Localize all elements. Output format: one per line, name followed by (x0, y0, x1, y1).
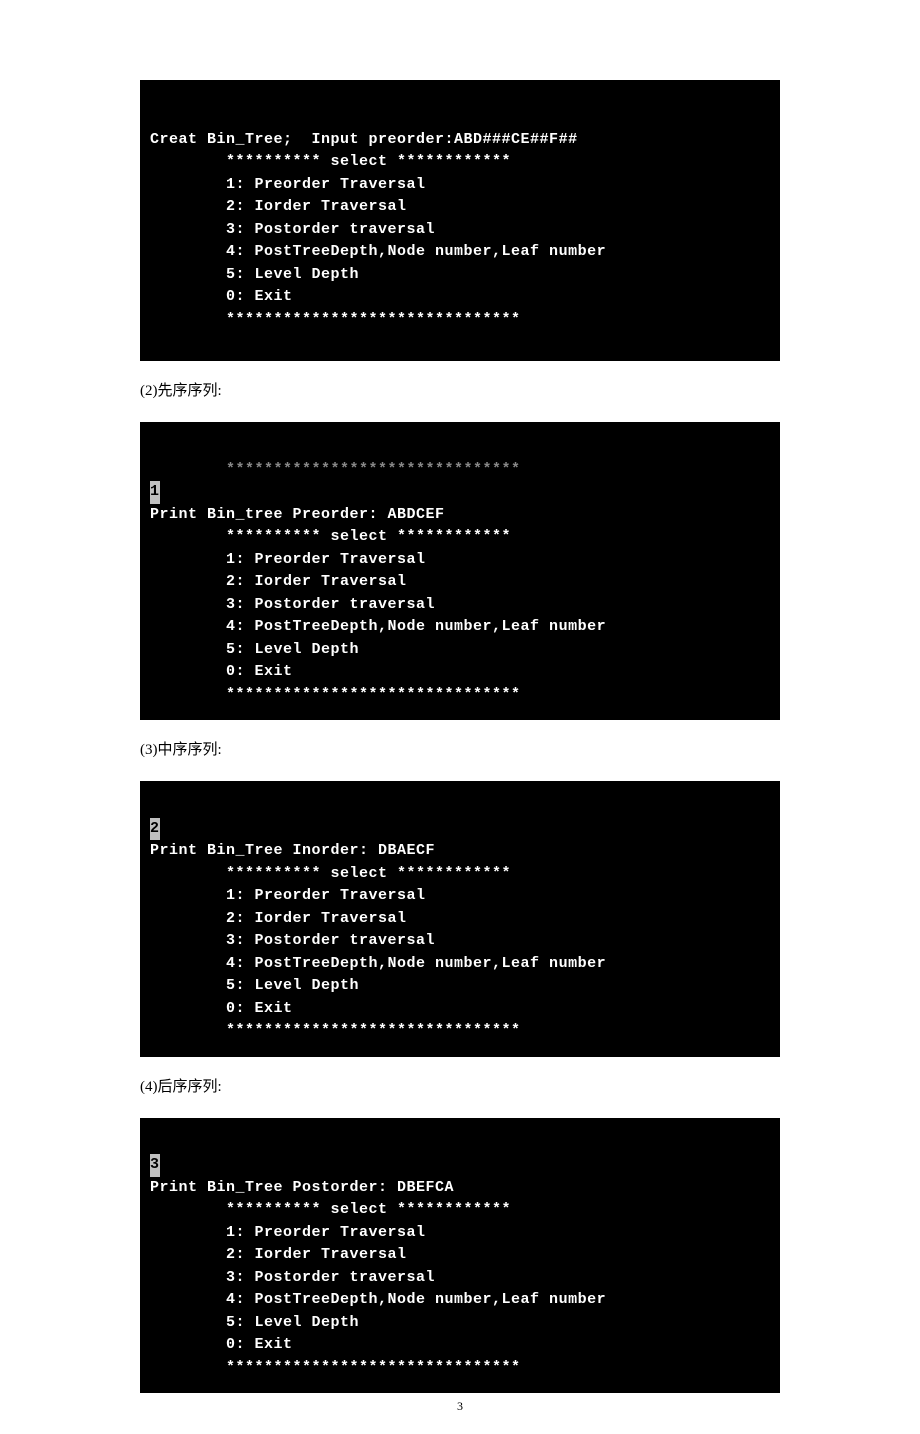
terminal-line: Print Bin_Tree Postorder: DBEFCA (150, 1179, 454, 1196)
terminal-line: 2: Iorder Traversal (150, 573, 407, 590)
terminal-line: 4: PostTreeDepth,Node number,Leaf number (150, 955, 606, 972)
terminal-line-faded: ******************************* (150, 461, 521, 478)
cursor-input: 2 (150, 818, 160, 841)
terminal-line: 1: Preorder Traversal (150, 887, 426, 904)
terminal-line: ******************************* (150, 1359, 521, 1376)
caption-postorder: (4)后序序列: (140, 1075, 780, 1096)
terminal-line: 5: Level Depth (150, 641, 359, 658)
terminal-line: 2: Iorder Traversal (150, 1246, 407, 1263)
terminal-block-4: 3 Print Bin_Tree Postorder: DBEFCA *****… (140, 1118, 780, 1394)
terminal-line: 3: Postorder traversal (150, 596, 435, 613)
terminal-line: Print Bin_Tree Inorder: DBAECF (150, 842, 435, 859)
caption-preorder: (2)先序序列: (140, 379, 780, 400)
page-number: 3 (140, 1399, 780, 1414)
caption-inorder: (3)中序序列: (140, 738, 780, 759)
terminal-line: 0: Exit (150, 1336, 293, 1353)
terminal-line: 4: PostTreeDepth,Node number,Leaf number (150, 243, 606, 260)
terminal-block-1: Creat Bin_Tree; Input preorder:ABD###CE#… (140, 80, 780, 361)
terminal-line: 0: Exit (150, 288, 293, 305)
terminal-line: 5: Level Depth (150, 1314, 359, 1331)
cursor-input: 3 (150, 1154, 160, 1177)
terminal-block-2: ******************************* 1 Print … (140, 422, 780, 720)
terminal-line: 0: Exit (150, 1000, 293, 1017)
cursor-input: 1 (150, 481, 160, 504)
terminal-line: 2: Iorder Traversal (150, 910, 407, 927)
terminal-line: ********** select ************ (150, 153, 511, 170)
terminal-line: 3: Postorder traversal (150, 1269, 435, 1286)
terminal-line: 4: PostTreeDepth,Node number,Leaf number (150, 618, 606, 635)
terminal-line: 4: PostTreeDepth,Node number,Leaf number (150, 1291, 606, 1308)
terminal-line: 1: Preorder Traversal (150, 176, 426, 193)
terminal-line: ******************************* (150, 686, 521, 703)
terminal-line: ******************************* (150, 311, 521, 328)
terminal-line: 3: Postorder traversal (150, 221, 435, 238)
terminal-line: Creat Bin_Tree; Input preorder:ABD###CE#… (150, 131, 578, 148)
terminal-line: ******************************* (150, 1022, 521, 1039)
terminal-line: ********** select ************ (150, 1201, 511, 1218)
terminal-line: ********** select ************ (150, 528, 511, 545)
terminal-line: 1: Preorder Traversal (150, 1224, 426, 1241)
terminal-line: 3: Postorder traversal (150, 932, 435, 949)
terminal-line: ********** select ************ (150, 865, 511, 882)
terminal-line: Print Bin_tree Preorder: ABDCEF (150, 506, 445, 523)
terminal-block-3: 2 Print Bin_Tree Inorder: DBAECF *******… (140, 781, 780, 1057)
terminal-line: 1: Preorder Traversal (150, 551, 426, 568)
terminal-line: 5: Level Depth (150, 977, 359, 994)
terminal-line: 0: Exit (150, 663, 293, 680)
terminal-line: 2: Iorder Traversal (150, 198, 407, 215)
terminal-line: 5: Level Depth (150, 266, 359, 283)
